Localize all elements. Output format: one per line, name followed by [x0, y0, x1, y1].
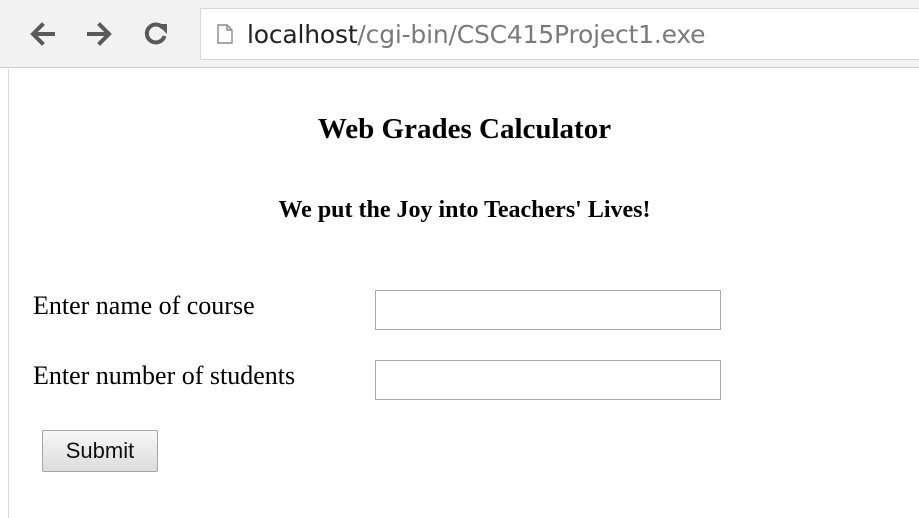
back-button[interactable]: [22, 12, 62, 56]
reload-button[interactable]: [136, 12, 176, 56]
student-count-input[interactable]: [375, 360, 721, 400]
forward-button[interactable]: [80, 12, 120, 56]
browser-toolbar: localhost/cgi-bin/CSC415Project1.exe: [0, 0, 919, 68]
url-text: localhost/cgi-bin/CSC415Project1.exe: [247, 19, 706, 49]
course-name-label: Enter name of course: [33, 291, 255, 320]
arrow-left-icon: [30, 22, 55, 46]
submit-button[interactable]: Submit: [42, 430, 158, 472]
url-host: localhost: [247, 19, 358, 49]
address-bar[interactable]: localhost/cgi-bin/CSC415Project1.exe: [200, 8, 919, 60]
page-icon: [217, 22, 235, 46]
reload-icon: [144, 22, 167, 45]
page-content: Web Grades Calculator We put the Joy int…: [8, 69, 919, 518]
student-count-label: Enter number of students: [33, 361, 296, 390]
course-name-input[interactable]: [375, 290, 721, 330]
url-path: /cgi-bin/CSC415Project1.exe: [357, 19, 706, 49]
arrow-right-icon: [87, 22, 112, 46]
page-subtitle: We put the Joy into Teachers' Lives!: [278, 197, 651, 223]
page-title: Web Grades Calculator: [317, 113, 612, 145]
